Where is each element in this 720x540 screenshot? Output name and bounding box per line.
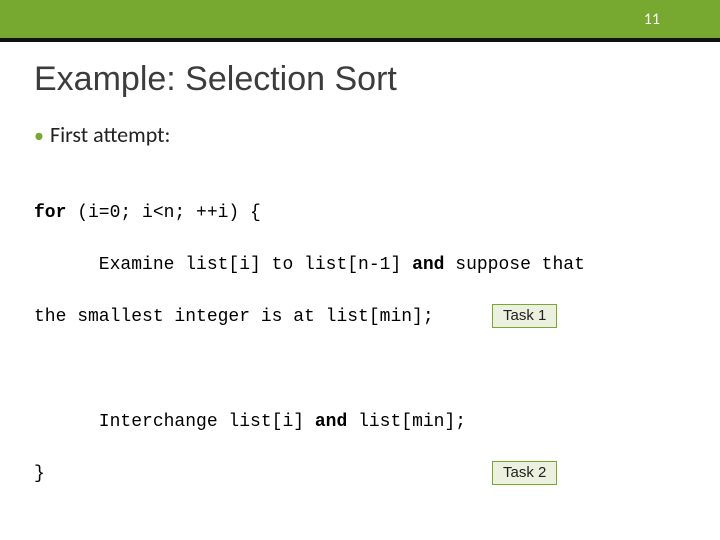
code-line-5: }Task 2: [34, 461, 686, 487]
slide-content: Example: Selection Sort • First attempt:…: [0, 42, 720, 539]
code-line-2: Examine list[i] to list[n-1] and suppose…: [34, 252, 686, 278]
bullet-dot-icon: •: [34, 126, 44, 146]
code-line-3: the smallest integer is at list[min]; Ta…: [34, 304, 686, 330]
code-line-4: Interchange list[i] and list[min];: [34, 409, 686, 435]
bullet-text: First attempt:: [50, 121, 170, 148]
code-line-blank: [34, 357, 686, 383]
code-line-1: for (i=0; i<n; ++i) {: [34, 200, 686, 226]
task-1-badge: Task 1: [492, 304, 557, 328]
header-bar: 11: [0, 0, 720, 38]
task-2-badge: Task 2: [492, 461, 557, 485]
slide-title: Example: Selection Sort: [34, 60, 686, 99]
bullet-item: • First attempt:: [34, 121, 686, 148]
code-block: for (i=0; i<n; ++i) { Examine list[i] to…: [34, 174, 686, 539]
page-number: 11: [644, 10, 660, 29]
